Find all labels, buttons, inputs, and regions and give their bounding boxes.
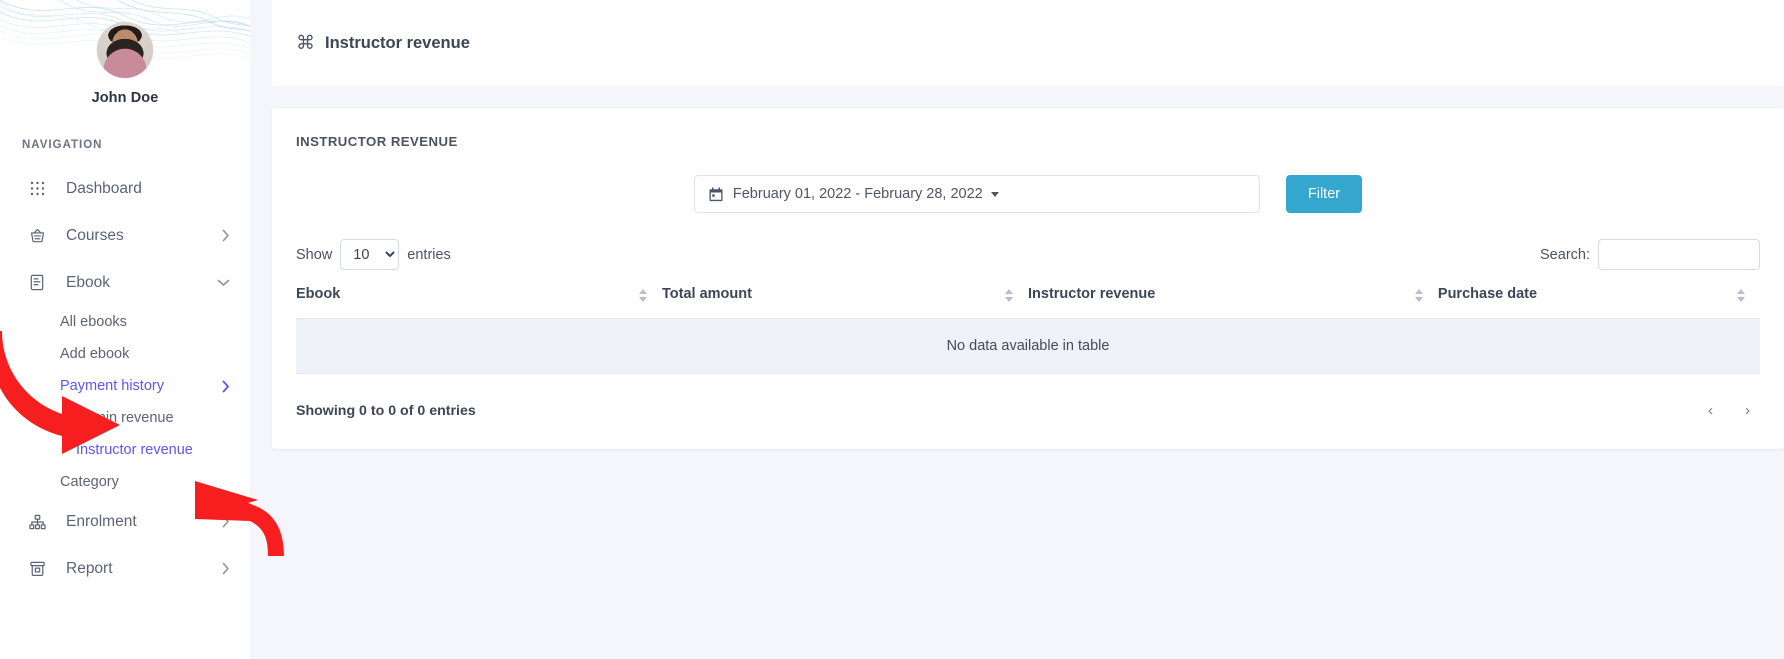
filter-button[interactable]: Filter — [1286, 175, 1362, 213]
sort-icon — [1005, 289, 1014, 302]
chevron-down-icon — [217, 279, 230, 287]
pagination: ‹ › — [1698, 398, 1760, 423]
grid-dots-icon — [26, 178, 48, 200]
avatar-photo — [97, 22, 153, 78]
navigation-heading: NAVIGATION — [22, 139, 250, 151]
calendar-icon — [709, 187, 723, 202]
sidebar-subitem-instructor-revenue[interactable]: Instructor revenue — [0, 434, 250, 466]
sidebar-item-ebook[interactable]: Ebook — [0, 259, 250, 306]
archive-icon — [26, 558, 48, 580]
main-content: ⌘ Instructor revenue INSTRUCTOR REVENUE … — [250, 0, 1784, 659]
card-title: INSTRUCTOR REVENUE — [296, 134, 1760, 149]
sidebar-subitem-category[interactable]: Category — [0, 466, 250, 498]
table-header: Ebook Total amount Instructor revenue — [296, 286, 1760, 319]
column-header-ebook[interactable]: Ebook — [296, 286, 662, 319]
sidebar-nav: Dashboard Courses — [0, 165, 250, 592]
sidebar-item-label: Ebook — [66, 274, 217, 292]
sidebar-subitem-label: Admin revenue — [76, 410, 230, 426]
column-label: Purchase date — [1438, 286, 1537, 302]
date-range-value: February 01, 2022 - February 28, 2022 — [733, 186, 983, 202]
page-title: Instructor revenue — [325, 34, 470, 53]
empty-message: No data available in table — [296, 319, 1760, 374]
sidebar-subitem-payment-history[interactable]: Payment history — [0, 370, 250, 402]
sidebar-item-label: Dashboard — [66, 180, 230, 198]
command-icon: ⌘ — [296, 34, 315, 53]
sidebar-subitem-label: All ebooks — [60, 314, 230, 330]
date-range-picker[interactable]: February 01, 2022 - February 28, 2022 — [694, 175, 1260, 213]
sidebar-subitem-all-ebooks[interactable]: All ebooks — [0, 306, 250, 338]
revenue-table: Ebook Total amount Instructor revenue — [296, 286, 1760, 374]
entries-label: entries — [407, 247, 451, 263]
sidebar-item-label: Courses — [66, 227, 222, 245]
table-controls: Show 102550100 entries Search: — [296, 239, 1760, 270]
sort-icon — [639, 289, 648, 302]
column-label: Total amount — [662, 286, 752, 302]
basket-icon — [26, 225, 48, 247]
sidebar-item-label: Report — [66, 560, 222, 578]
pagination-previous[interactable]: ‹ — [1698, 398, 1723, 423]
table-footer: Showing 0 to 0 of 0 entries ‹ › — [296, 398, 1760, 423]
column-label: Ebook — [296, 286, 340, 302]
document-icon — [26, 272, 48, 294]
caret-down-icon — [991, 192, 999, 197]
sidebar-item-label: Enrolment — [66, 513, 222, 531]
show-label: Show — [296, 247, 332, 263]
sidebar-item-report[interactable]: Report — [0, 545, 250, 592]
sitemap-icon — [26, 511, 48, 533]
table-empty-row: No data available in table — [296, 319, 1760, 374]
sidebar-item-dashboard[interactable]: Dashboard — [0, 165, 250, 212]
app-root: John Doe NAVIGATION Dashboard — [0, 0, 1784, 659]
column-header-total-amount[interactable]: Total amount — [662, 286, 1028, 319]
instructor-revenue-card: INSTRUCTOR REVENUE February 01, 2022 - F… — [272, 108, 1784, 449]
sidebar-subitem-label: Payment history — [60, 378, 222, 394]
sidebar-subitem-admin-revenue[interactable]: Admin revenue — [0, 402, 250, 434]
chevron-right-icon — [222, 515, 230, 528]
column-header-purchase-date[interactable]: Purchase date — [1438, 286, 1760, 319]
chevron-right-icon — [222, 380, 230, 393]
sort-icon — [1737, 289, 1746, 302]
page-header: ⌘ Instructor revenue — [272, 0, 1784, 86]
sidebar-subitem-label: Category — [60, 474, 230, 490]
page-length-control: Show 102550100 entries — [296, 239, 451, 270]
page-length-select[interactable]: 102550100 — [340, 239, 399, 270]
sidebar-item-courses[interactable]: Courses — [0, 212, 250, 259]
avatar[interactable] — [97, 22, 153, 78]
sidebar-item-enrolment[interactable]: Enrolment — [0, 498, 250, 545]
column-header-instructor-revenue[interactable]: Instructor revenue — [1028, 286, 1438, 319]
chevron-right-icon — [222, 562, 230, 575]
column-label: Instructor revenue — [1028, 286, 1155, 302]
table-body: No data available in table — [296, 319, 1760, 374]
table-header-row: Ebook Total amount Instructor revenue — [296, 286, 1760, 319]
user-name: John Doe — [0, 90, 250, 106]
sidebar: John Doe NAVIGATION Dashboard — [0, 0, 250, 659]
sidebar-profile: John Doe — [0, 0, 250, 106]
filter-row: February 01, 2022 - February 28, 2022 Fi… — [296, 175, 1760, 213]
search-label: Search: — [1540, 247, 1590, 263]
chevron-right-icon — [222, 229, 230, 242]
sidebar-subitem-add-ebook[interactable]: Add ebook — [0, 338, 250, 370]
search-input[interactable] — [1598, 239, 1760, 270]
search-control: Search: — [1540, 239, 1760, 270]
sort-icon — [1415, 289, 1424, 302]
sidebar-subitem-label: Add ebook — [60, 346, 230, 362]
sidebar-subitem-label: Instructor revenue — [76, 442, 230, 458]
pagination-next[interactable]: › — [1735, 398, 1760, 423]
entries-info: Showing 0 to 0 of 0 entries — [296, 403, 476, 419]
